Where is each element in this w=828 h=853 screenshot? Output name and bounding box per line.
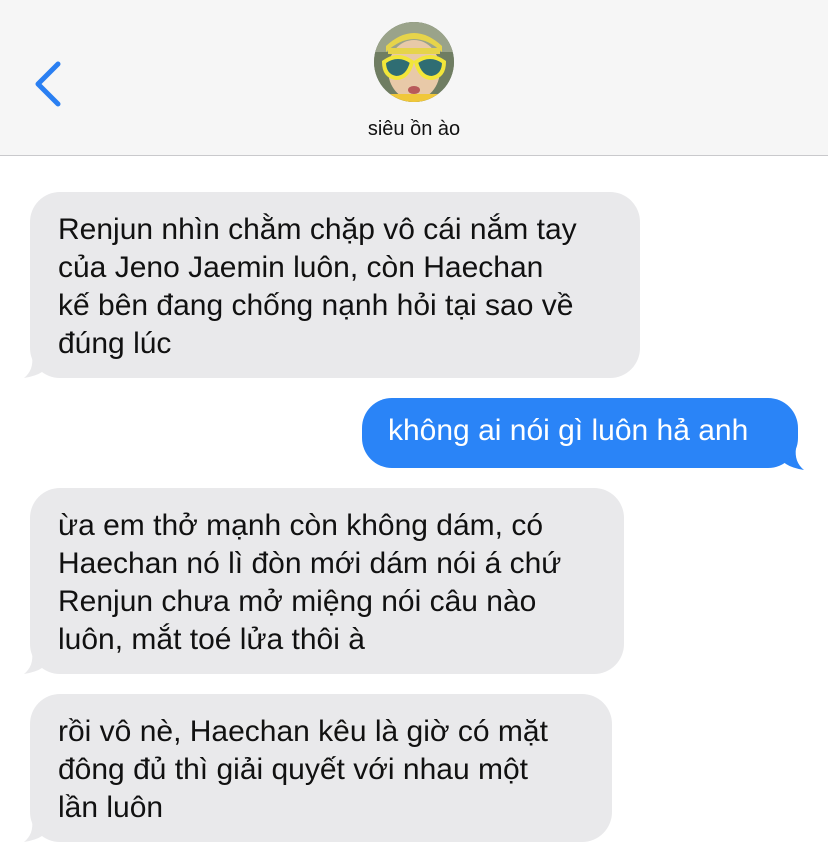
back-button[interactable]: [28, 60, 68, 108]
avatar-image: [374, 22, 454, 102]
conversation-header: siêu ồn ào: [0, 0, 828, 156]
avatar[interactable]: [374, 22, 454, 102]
message-bubble-incoming[interactable]: ừa em thở mạnh còn không dám, có Haechan…: [30, 488, 624, 674]
chevron-left-icon: [35, 61, 61, 107]
contact-name[interactable]: siêu ồn ào: [0, 118, 828, 141]
message-bubble-incoming[interactable]: rồi vô nè, Haechan kêu là giờ có mặt đôn…: [30, 694, 612, 842]
message-bubble-incoming[interactable]: Renjun nhìn chằm chặp vô cái nắm tay của…: [30, 192, 640, 378]
message-bubble-outgoing[interactable]: không ai nói gì luôn hả anh: [362, 398, 798, 468]
